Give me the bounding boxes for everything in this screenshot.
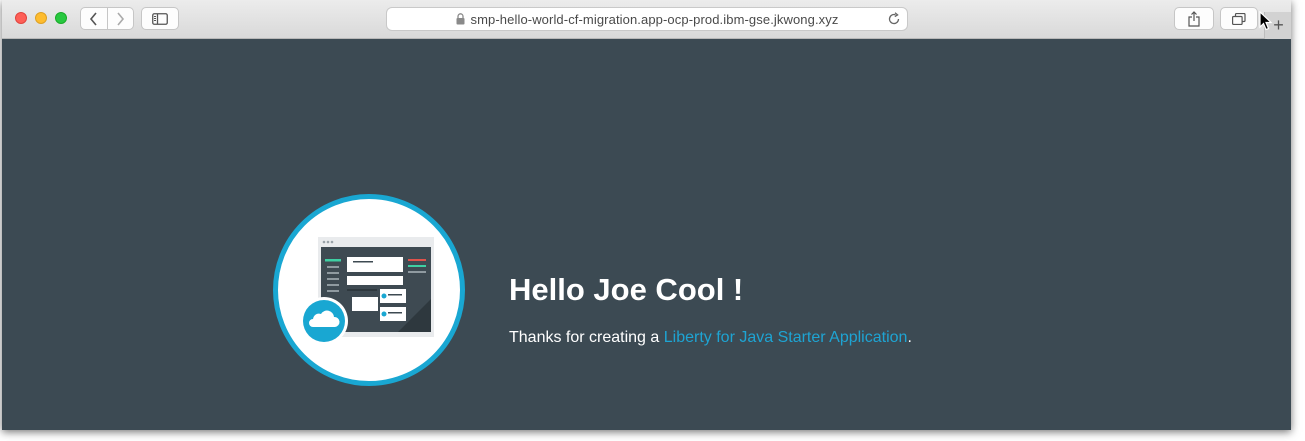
mouse-pointer-icon — [1259, 11, 1273, 31]
dashboard-illustration-icon — [300, 237, 434, 345]
sidebar-button[interactable] — [141, 7, 179, 30]
zoom-window-button[interactable] — [55, 12, 67, 24]
chevron-left-icon — [89, 11, 97, 26]
message-suffix: . — [907, 329, 912, 346]
url-text: smp-hello-world-cf-migration.app-ocp-pro… — [470, 11, 839, 27]
tabs-overview-icon — [1232, 12, 1246, 25]
browser-toolbar: smp-hello-world-cf-migration.app-ocp-pro… — [2, 0, 1291, 39]
sidebar-icon — [152, 12, 168, 25]
chevron-right-icon — [117, 11, 125, 26]
browser-window: smp-hello-world-cf-migration.app-ocp-pro… — [2, 0, 1291, 430]
forward-button[interactable] — [106, 8, 134, 29]
minimize-window-button[interactable] — [35, 12, 47, 24]
welcome-message: Thanks for creating a Liberty for Java S… — [509, 329, 912, 347]
starter-application-link[interactable]: Liberty for Java Starter Application — [664, 329, 908, 346]
show-tabs-button[interactable] — [1220, 7, 1258, 30]
back-button[interactable] — [81, 8, 107, 29]
share-icon — [1188, 10, 1200, 27]
app-illustration — [273, 194, 465, 386]
message-prefix: Thanks for creating a — [509, 329, 664, 346]
page-content: Hello Joe Cool ! Thanks for creating a L… — [2, 39, 1291, 430]
share-button[interactable] — [1174, 7, 1214, 30]
lock-icon — [456, 13, 465, 25]
page-heading: Hello Joe Cool ! — [509, 272, 744, 307]
close-window-button[interactable] — [15, 12, 27, 24]
address-bar[interactable]: smp-hello-world-cf-migration.app-ocp-pro… — [386, 7, 908, 31]
navigation-buttons — [80, 7, 134, 30]
reload-icon[interactable] — [887, 12, 901, 26]
